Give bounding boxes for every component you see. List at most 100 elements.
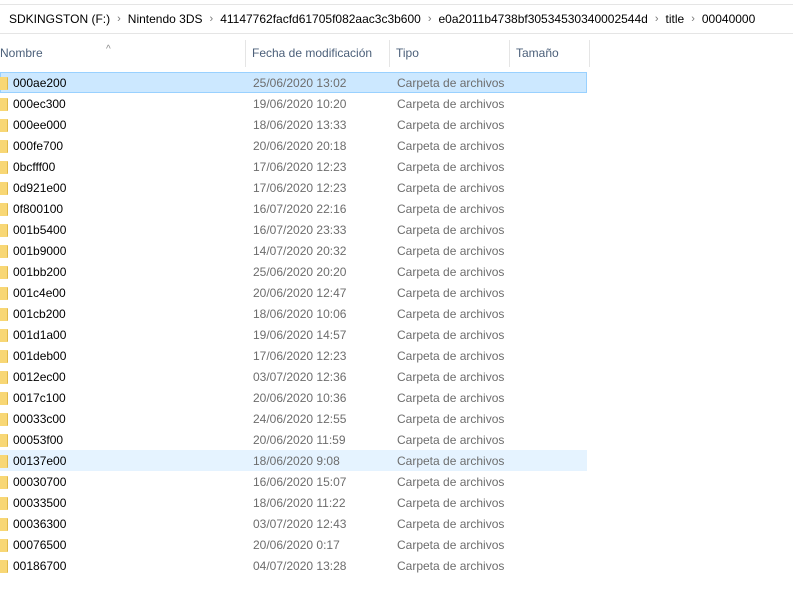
- folder-icon: [0, 98, 8, 111]
- file-row[interactable]: 00033500 18/06/2020 11:22 Carpeta de archi…: [0, 492, 587, 513]
- folder-icon: [0, 434, 8, 447]
- file-row[interactable]: 0bcfff00 17/06/2020 12:23 Carpeta de archi…: [0, 156, 587, 177]
- file-type: Carpeta de archivos: [397, 307, 505, 321]
- file-type: Carpeta de archivos: [397, 475, 505, 489]
- file-row[interactable]: 001d1a00 19/06/2020 14:57 Carpeta de archi…: [0, 324, 587, 345]
- file-row[interactable]: 0012ec00 03/07/2020 12:36 Carpeta de archi…: [0, 366, 587, 387]
- breadcrumb: SDKINGSTON (F:) › Nintendo 3DS › 41147762fac…: [0, 5, 793, 34]
- file-name: 001bb200: [13, 265, 67, 279]
- file-date: 16/07/2020 22:16: [253, 202, 347, 216]
- file-name: 00053f00: [13, 433, 64, 447]
- file-date: 20/06/2020 20:18: [253, 139, 347, 153]
- file-name: 00036300: [13, 517, 67, 531]
- breadcrumb-item[interactable]: SDKINGSTON (F:): [9, 12, 110, 26]
- file-type: Carpeta de archivos: [397, 202, 505, 216]
- file-row[interactable]: 0017c100 20/06/2020 10:36 Carpeta de archi…: [0, 387, 587, 408]
- file-row[interactable]: 0d921e00 17/06/2020 12:23 Carpeta de archi…: [0, 177, 587, 198]
- file-type: Carpeta de archivos: [397, 412, 505, 426]
- file-name: 00033c00: [13, 412, 66, 426]
- breadcrumb-item[interactable]: e0a2011b4738bf30534530340002544d: [439, 12, 648, 26]
- file-name: 001cb200: [13, 307, 66, 321]
- file-row[interactable]: 001bb200 25/06/2020 20:20 Carpeta de archi…: [0, 261, 587, 282]
- folder-icon: [0, 182, 8, 195]
- file-name: 001b5400: [13, 223, 67, 237]
- folder-icon: [0, 245, 8, 258]
- file-row[interactable]: 00033c00 24/06/2020 12:55 Carpeta de archi…: [0, 408, 587, 429]
- file-row[interactable]: 001b9000 14/07/2020 20:32 Carpeta de archi…: [0, 240, 587, 261]
- file-name: 00076500: [13, 538, 67, 552]
- file-row[interactable]: 001b5400 16/07/2020 23:33 Carpeta de archi…: [0, 219, 587, 240]
- file-row[interactable]: 00186700 04/07/2020 13:28 Carpeta de archi…: [0, 555, 587, 576]
- file-date: 03/07/2020 12:36: [253, 370, 347, 384]
- file-type: Carpeta de archivos: [397, 97, 505, 111]
- file-type: Carpeta de archivos: [397, 265, 505, 279]
- folder-icon: [0, 371, 8, 384]
- file-date: 18/06/2020 11:22: [253, 496, 346, 510]
- column-date-header[interactable]: Fecha de modificación: [246, 40, 390, 67]
- breadcrumb-item[interactable]: Nintendo 3DS: [128, 12, 203, 26]
- breadcrumb-item[interactable]: 00040000: [702, 12, 755, 26]
- column-date-label: Fecha de modificación: [252, 46, 373, 60]
- file-row[interactable]: 001cb200 18/06/2020 10:06 Carpeta de archi…: [0, 303, 587, 324]
- chevron-right-icon[interactable]: ›: [428, 13, 432, 25]
- file-type: Carpeta de archivos: [397, 454, 505, 468]
- column-size-label: Tamaño: [516, 46, 559, 60]
- file-date: 19/06/2020 14:57: [253, 328, 347, 342]
- file-date: 20/06/2020 11:59: [253, 433, 346, 447]
- file-row[interactable]: 000ae200 25/06/2020 13:02 Carpeta de archi…: [0, 72, 587, 93]
- folder-icon: [0, 455, 8, 468]
- file-date: 20/06/2020 0:17: [253, 538, 340, 552]
- file-row[interactable]: 0f800100 16/07/2020 22:16 Carpeta de archi…: [0, 198, 587, 219]
- folder-icon: [0, 161, 8, 174]
- file-date: 17/06/2020 12:23: [253, 349, 347, 363]
- file-row[interactable]: 00036300 03/07/2020 12:43 Carpeta de archi…: [0, 513, 587, 534]
- file-date: 14/07/2020 20:32: [253, 244, 347, 258]
- file-name: 00030700: [13, 475, 67, 489]
- folder-icon: [0, 77, 8, 90]
- file-name: 001c4e00: [13, 286, 66, 300]
- file-type: Carpeta de archivos: [397, 433, 505, 447]
- file-date: 20/06/2020 10:36: [253, 391, 347, 405]
- file-row[interactable]: 00137e00 18/06/2020 9:08 Carpeta de archiv…: [0, 450, 587, 471]
- file-row[interactable]: 00053f00 20/06/2020 11:59 Carpeta de archi…: [0, 429, 587, 450]
- column-type-header[interactable]: Tipo: [390, 40, 510, 67]
- file-name: 0d921e00: [13, 181, 67, 195]
- file-date: 25/06/2020 20:20: [253, 265, 347, 279]
- file-row[interactable]: 00076500 20/06/2020 0:17 Carpeta de archiv…: [0, 534, 587, 555]
- folder-icon: [0, 224, 8, 237]
- file-row[interactable]: 001c4e00 20/06/2020 12:47 Carpeta de archi…: [0, 282, 587, 303]
- chevron-right-icon[interactable]: ›: [210, 13, 214, 25]
- folder-icon: [0, 413, 8, 426]
- file-type: Carpeta de archivos: [397, 370, 505, 384]
- file-row[interactable]: 000ee000 18/06/2020 13:33 Carpeta de archi…: [0, 114, 587, 135]
- file-type: Carpeta de archivos: [397, 139, 505, 153]
- file-row[interactable]: 000fe700 20/06/2020 20:18 Carpeta de archi…: [0, 135, 587, 156]
- file-date: 16/06/2020 15:07: [253, 475, 347, 489]
- file-name: 000fe700: [13, 139, 64, 153]
- file-date: 17/06/2020 12:23: [253, 181, 347, 195]
- file-date: 24/06/2020 12:55: [253, 412, 347, 426]
- chevron-right-icon[interactable]: ›: [691, 13, 695, 25]
- file-name: 000ae200: [13, 76, 67, 90]
- column-name-header[interactable]: Nombre ^: [0, 40, 246, 67]
- file-date: 16/07/2020 23:33: [253, 223, 347, 237]
- chevron-right-icon[interactable]: ›: [117, 13, 121, 25]
- file-type: Carpeta de archivos: [397, 181, 505, 195]
- file-date: 25/06/2020 13:02: [253, 76, 347, 90]
- file-row[interactable]: 001deb00 17/06/2020 12:23 Carpeta de archi…: [0, 345, 587, 366]
- breadcrumb-item[interactable]: 41147762facfd61705f082aac3c3b600: [220, 12, 421, 26]
- column-size-header[interactable]: Tamaño: [510, 40, 590, 67]
- file-date: 18/06/2020 10:06: [253, 307, 347, 321]
- file-name: 0012ec00: [13, 370, 66, 384]
- file-row[interactable]: 00030700 16/06/2020 15:07 Carpeta de archi…: [0, 471, 587, 492]
- folder-icon: [0, 287, 8, 300]
- file-date: 18/06/2020 9:08: [253, 454, 340, 468]
- file-type: Carpeta de archivos: [397, 286, 505, 300]
- file-date: 18/06/2020 13:33: [253, 118, 347, 132]
- breadcrumb-item[interactable]: title: [666, 12, 685, 26]
- file-date: 03/07/2020 12:43: [253, 517, 347, 531]
- file-type: Carpeta de archivos: [397, 559, 505, 573]
- chevron-right-icon[interactable]: ›: [655, 13, 659, 25]
- file-row[interactable]: 000ec300 19/06/2020 10:20 Carpeta de archi…: [0, 93, 587, 114]
- file-type: Carpeta de archivos: [397, 538, 505, 552]
